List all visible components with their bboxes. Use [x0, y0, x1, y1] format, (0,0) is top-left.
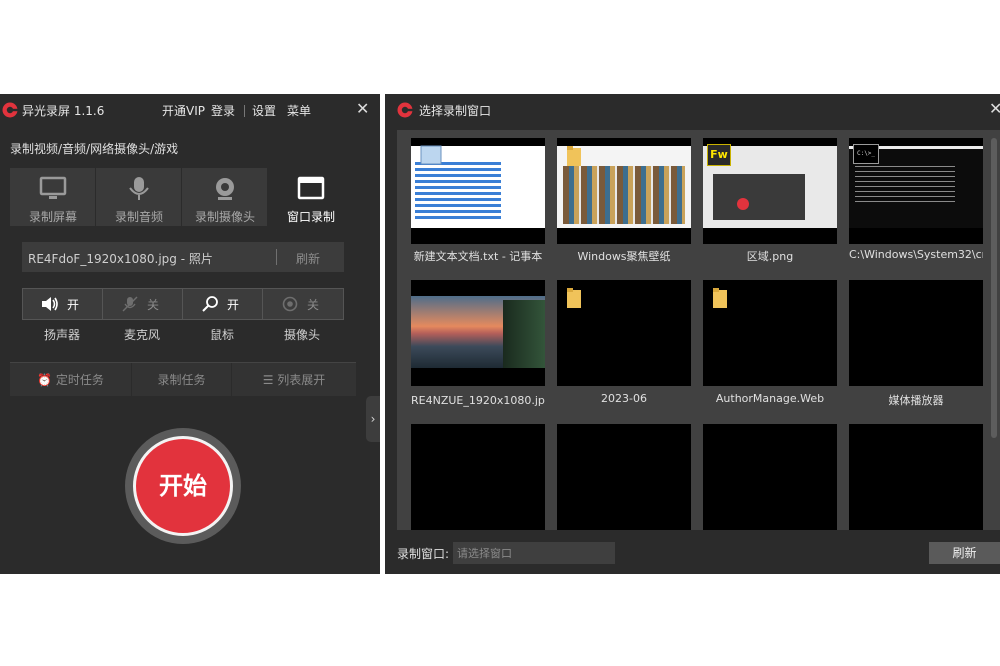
- tab-record-audio[interactable]: 录制音频: [96, 168, 182, 226]
- window-thumb-notepad[interactable]: [411, 138, 545, 244]
- thumb-label: C:\Windows\System32\cmd: [849, 248, 983, 261]
- thumb-trees: [503, 300, 545, 368]
- thumb-label: 新建文本文档.txt - 记事本: [413, 250, 543, 263]
- menu-divider: [244, 105, 245, 117]
- vip-link[interactable]: 开通VIP: [162, 102, 205, 119]
- app-logo-icon: [2, 102, 18, 118]
- toggle-state: 开: [67, 298, 80, 312]
- app-logo-icon: [397, 102, 413, 118]
- recorder-close-button[interactable]: ✕: [356, 99, 369, 118]
- field-divider: [276, 249, 277, 265]
- mouse-toggle[interactable]: 开: [183, 289, 263, 319]
- device-toggles: 开 关 开 关: [22, 288, 344, 320]
- thumb-label: RE4NZUE_1920x1080.jpg - 照: [411, 394, 545, 407]
- window-thumb-blank[interactable]: [411, 424, 545, 530]
- picker-refresh-button[interactable]: 刷新: [929, 542, 1000, 564]
- window-thumb-photo[interactable]: [411, 280, 545, 386]
- list-expand-button[interactable]: ☰ 列表展开: [232, 363, 356, 397]
- camera-label: 摄像头: [283, 328, 320, 342]
- recorder-subtitle: 录制视频/音频/网络摄像头/游戏: [10, 142, 179, 156]
- thumb-label: 媒体播放器: [888, 394, 944, 407]
- window-thumb-cmd[interactable]: C:\>_: [849, 138, 983, 244]
- toggle-state: 开: [227, 298, 240, 312]
- notepad-icon: [420, 145, 442, 165]
- thumb-red-dot: [737, 198, 749, 210]
- app-title: 异光录屏 1.1.6: [22, 104, 105, 118]
- window-thumb-fireworks[interactable]: Fw: [703, 138, 837, 244]
- target-window-name: RE4FdoF_1920x1080.jpg - 照片: [28, 252, 213, 266]
- window-thumb-folder-2023-06[interactable]: [557, 280, 691, 386]
- mouse-cursor-icon: [202, 296, 218, 312]
- tab-label: 录制音频: [114, 210, 163, 224]
- camera-icon: [282, 296, 298, 312]
- tab-label: 窗口录制: [286, 210, 335, 224]
- task-label: 录制任务: [157, 373, 206, 387]
- tab-record-screen[interactable]: 录制屏幕: [10, 168, 96, 226]
- webcam-icon: [216, 178, 234, 200]
- task-label: 定时任务: [55, 373, 104, 387]
- collapse-panel-button[interactable]: ›: [366, 396, 380, 442]
- window-thumb-wallpapers[interactable]: [557, 138, 691, 244]
- thumb-label: 2023-06: [601, 392, 647, 405]
- mode-tabs: 录制屏幕 录制音频 录制摄像头 窗口录制: [10, 168, 356, 226]
- picker-close-button[interactable]: ✕: [989, 99, 1000, 118]
- tab-label: 录制摄像头: [194, 210, 255, 224]
- field-refresh-button[interactable]: 刷新: [296, 250, 320, 267]
- task-label: 列表展开: [277, 373, 326, 387]
- thumb-console-lines: [855, 166, 955, 206]
- window-thumb-blank[interactable]: [557, 424, 691, 530]
- list-icon: ☰: [262, 373, 274, 387]
- camera-toggle[interactable]: 关: [263, 289, 343, 319]
- toggle-state: 关: [307, 298, 320, 312]
- record-window-label: 录制窗口:: [397, 547, 450, 561]
- tab-label: 录制屏幕: [28, 210, 77, 224]
- thumb-text-lines: [415, 162, 501, 220]
- recorder-window: 异光录屏 1.1.6 开通VIP 登录 设置 菜单 ✕ 录制视频/音频/网络摄像…: [0, 94, 380, 574]
- record-window-input[interactable]: [453, 542, 615, 564]
- folder-icon: [713, 288, 727, 308]
- toggle-state: 关: [147, 298, 160, 312]
- window-thumb-blank[interactable]: [703, 424, 837, 530]
- thumb-photo-grid: [563, 166, 685, 224]
- window-thumb-media-player[interactable]: [849, 280, 983, 386]
- recorder-titlebar: 异光录屏 1.1.6 开通VIP 登录 设置 菜单 ✕: [0, 94, 380, 126]
- picker-title: 选择录制窗口: [419, 104, 492, 118]
- thumb-label: 区域.png: [746, 250, 794, 263]
- target-window-field[interactable]: RE4FdoF_1920x1080.jpg - 照片 刷新: [22, 242, 344, 272]
- speaker-toggle[interactable]: 开: [23, 289, 103, 319]
- menu-link[interactable]: 菜单: [287, 102, 311, 119]
- folder-icon: [567, 146, 581, 166]
- mouse-label: 鼠标: [209, 328, 234, 342]
- window-picker-dialog: 选择录制窗口 ✕ Fw C:\>_ 新建文本文档.txt - 记事本 Windo…: [385, 94, 1000, 574]
- start-record-button[interactable]: 开始: [133, 436, 233, 536]
- cmd-icon: C:\>_: [853, 144, 879, 164]
- window-icon: [297, 176, 325, 200]
- scheduled-task-button[interactable]: ⏰ 定时任务: [10, 363, 132, 397]
- task-bar: ⏰ 定时任务 录制任务 ☰ 列表展开: [10, 362, 356, 397]
- window-thumb-folder-authormanage[interactable]: [703, 280, 837, 386]
- folder-icon: [567, 288, 581, 308]
- tab-record-webcam[interactable]: 录制摄像头: [182, 168, 268, 226]
- thumb-label: Windows聚焦壁纸: [577, 250, 671, 263]
- record-task-button[interactable]: 录制任务: [132, 363, 232, 397]
- microphone-icon: [129, 177, 149, 200]
- microphone-toggle[interactable]: 关: [103, 289, 183, 319]
- thumb-app-window: [713, 174, 805, 220]
- settings-link[interactable]: 设置: [252, 102, 276, 119]
- tab-record-window[interactable]: 窗口录制: [268, 168, 356, 226]
- alarm-clock-icon: ⏰: [37, 373, 53, 387]
- thumb-label: AuthorManage.Web: [715, 392, 825, 405]
- speaker-label: 扬声器: [43, 328, 80, 342]
- fireworks-icon: Fw: [707, 144, 731, 166]
- monitor-icon: [39, 176, 67, 199]
- thumbnail-scrollbar[interactable]: [991, 138, 997, 438]
- microphone-label: 麦克风: [123, 328, 160, 342]
- window-thumb-blank[interactable]: [849, 424, 983, 530]
- window-thumbnail-grid: Fw C:\>_ 新建文本文档.txt - 记事本 Windows聚焦壁纸 区域…: [397, 130, 1000, 530]
- microphone-muted-icon: [122, 296, 138, 312]
- login-link[interactable]: 登录: [211, 102, 235, 119]
- speaker-icon: [42, 297, 58, 311]
